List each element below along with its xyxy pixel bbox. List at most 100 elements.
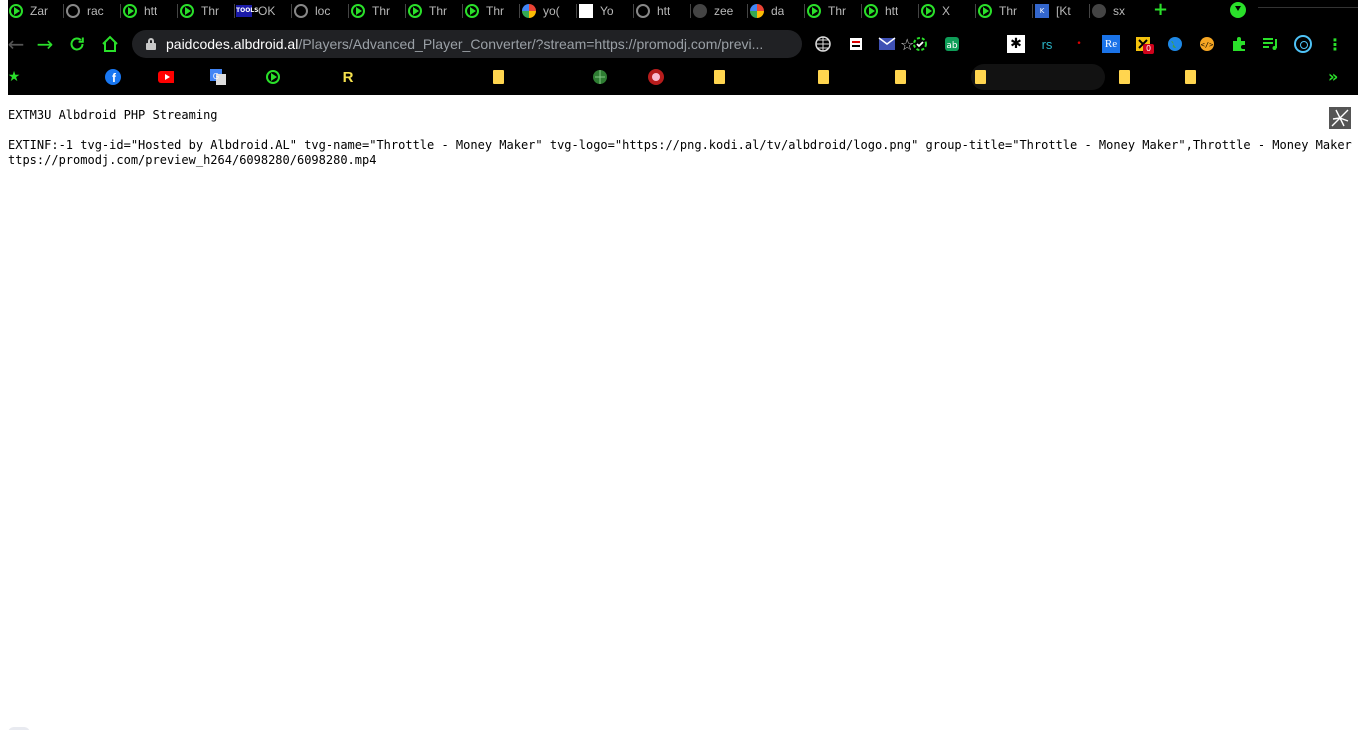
stream-url-line: ttps://promodj.com/preview_h264/6098280/… <box>8 153 377 167</box>
globe-icon[interactable] <box>592 69 608 85</box>
logo-icon[interactable] <box>1329 107 1351 129</box>
facebook-icon[interactable]: f <box>105 69 121 85</box>
active-tab-edge <box>1258 0 1358 8</box>
tab-title: htt <box>144 4 158 18</box>
tab-19[interactable]: K [Kt <box>1034 0 1090 22</box>
browser-chrome: Zar rac htt Thr TOOLS OK loc Thr Thr Thr… <box>8 0 1358 95</box>
tab-title: Thr <box>486 4 504 18</box>
extinf-line: EXTINF:-1 tvg-id="Hosted by Albdroid.AL"… <box>8 138 1352 152</box>
forward-arrow-icon[interactable]: → <box>31 31 59 57</box>
menu-kebab-icon[interactable]: ⋮ <box>1326 35 1344 54</box>
bookmark-group[interactable] <box>971 64 1105 90</box>
profile-icon[interactable] <box>1294 35 1312 53</box>
tab-14[interactable]: da <box>749 0 805 22</box>
x-extension-icon[interactable]: 0 <box>1134 35 1154 54</box>
tab-title: da <box>771 4 785 18</box>
folder-icon[interactable] <box>490 69 506 85</box>
tab-9[interactable]: Thr <box>464 0 520 22</box>
world-globe-icon[interactable] <box>814 35 832 53</box>
tab-12[interactable]: htt <box>635 0 691 22</box>
svg-text:G: G <box>213 72 219 81</box>
tools-icon: TOOLS <box>236 3 258 19</box>
home-icon[interactable] <box>96 31 124 57</box>
mail-icon[interactable] <box>878 35 896 53</box>
code-icon[interactable]: </> <box>1198 35 1216 53</box>
github-icon <box>1091 3 1107 19</box>
tab-4[interactable]: Thr <box>179 0 235 22</box>
tab-16[interactable]: htt <box>863 0 919 22</box>
tab-8[interactable]: Thr <box>407 0 463 22</box>
translate-icon[interactable]: ab <box>943 35 961 53</box>
page-content: EXTM3U Albdroid PHP Streaming EXTINF:-1 … <box>0 95 1358 730</box>
back-arrow-icon[interactable]: ← <box>2 31 30 57</box>
tab-title: zee <box>714 4 734 18</box>
folder-icon[interactable] <box>892 69 908 85</box>
folder-icon[interactable] <box>1116 69 1132 85</box>
shield-icon[interactable] <box>648 69 664 85</box>
bookmark-star-icon[interactable]: ★ <box>6 69 22 85</box>
address-bar[interactable]: paidcodes.albdroid.al/Players/Advanced_P… <box>132 30 914 58</box>
tab-title: Thr <box>999 4 1017 18</box>
rs-extension-icon[interactable]: rs <box>1038 35 1056 53</box>
notification-badge: 0 <box>1143 44 1154 54</box>
bookmarks-bar: ★ f G R » <box>8 63 1358 91</box>
tab-6[interactable]: loc <box>293 0 349 22</box>
youtube-icon[interactable] <box>158 69 174 85</box>
tab-title: X <box>942 4 951 18</box>
play-icon[interactable] <box>265 69 281 85</box>
play-icon <box>863 3 879 19</box>
play-icon <box>122 3 138 19</box>
tab-1[interactable]: Zar <box>8 0 64 22</box>
tab-10[interactable]: yo( <box>521 0 577 22</box>
tab-3[interactable]: htt <box>122 0 178 22</box>
tab-title: OK <box>258 4 276 18</box>
new-tab-button[interactable]: + <box>1153 0 1168 20</box>
tab-title: Thr <box>372 4 390 18</box>
tab-20[interactable]: sx <box>1091 0 1147 22</box>
folder-icon[interactable] <box>972 69 988 85</box>
tab-search-icon[interactable] <box>1230 2 1246 18</box>
google-translate-icon[interactable]: G <box>210 69 226 85</box>
folder-icon[interactable] <box>1182 69 1198 85</box>
tab-17[interactable]: X <box>920 0 976 22</box>
google-icon <box>521 3 537 19</box>
extensions-puzzle-icon[interactable] <box>1230 35 1248 53</box>
asterisk-icon[interactable]: ✱ <box>1007 35 1025 53</box>
folder-icon[interactable] <box>815 69 831 85</box>
reload-icon[interactable] <box>63 31 91 57</box>
tab-5[interactable]: TOOLS OK <box>236 0 292 22</box>
tab-11[interactable]: Yo <box>578 0 634 22</box>
re-extension-icon[interactable]: Re <box>1102 35 1120 53</box>
red-dot-icon[interactable]: • <box>1070 35 1088 53</box>
play-icon <box>977 3 993 19</box>
app-icon: K <box>1034 3 1050 19</box>
tab-7[interactable]: Thr <box>350 0 406 22</box>
url-text[interactable]: paidcodes.albdroid.al/Players/Advanced_P… <box>166 36 763 52</box>
tab-2[interactable]: rac <box>65 0 121 22</box>
tab-title: Zar <box>30 4 48 18</box>
tab-13[interactable]: zee <box>692 0 748 22</box>
folder-icon[interactable] <box>711 69 727 85</box>
url-path: /Players/Advanced_Player_Converter/?stre… <box>298 36 764 52</box>
reader-mode-icon[interactable] <box>847 35 865 53</box>
tab-title: htt <box>885 4 899 18</box>
tab-title: Thr <box>201 4 219 18</box>
toolbar: ← → paidcodes.albdroid.al/Players/Advanc… <box>8 27 1358 61</box>
check-gear-icon[interactable] <box>911 35 929 53</box>
svg-text:</>: </> <box>1201 41 1214 49</box>
url-host: paidcodes.albdroid.al <box>166 36 299 52</box>
tab-title: Thr <box>429 4 447 18</box>
tab-18[interactable]: Thr <box>977 0 1033 22</box>
r-bookmark-icon[interactable]: R <box>340 69 356 86</box>
tab-title: Yo <box>600 4 614 18</box>
play-icon <box>920 3 936 19</box>
tab-title: loc <box>315 4 331 18</box>
lock-icon[interactable] <box>146 38 156 50</box>
earth-icon[interactable] <box>1166 35 1184 53</box>
bookmarks-overflow-button[interactable]: » <box>1328 67 1338 86</box>
tab-title: Thr <box>828 4 846 18</box>
media-queue-icon[interactable] <box>1262 35 1280 53</box>
play-icon <box>464 3 480 19</box>
tab-15[interactable]: Thr <box>806 0 862 22</box>
github-icon <box>692 3 708 19</box>
